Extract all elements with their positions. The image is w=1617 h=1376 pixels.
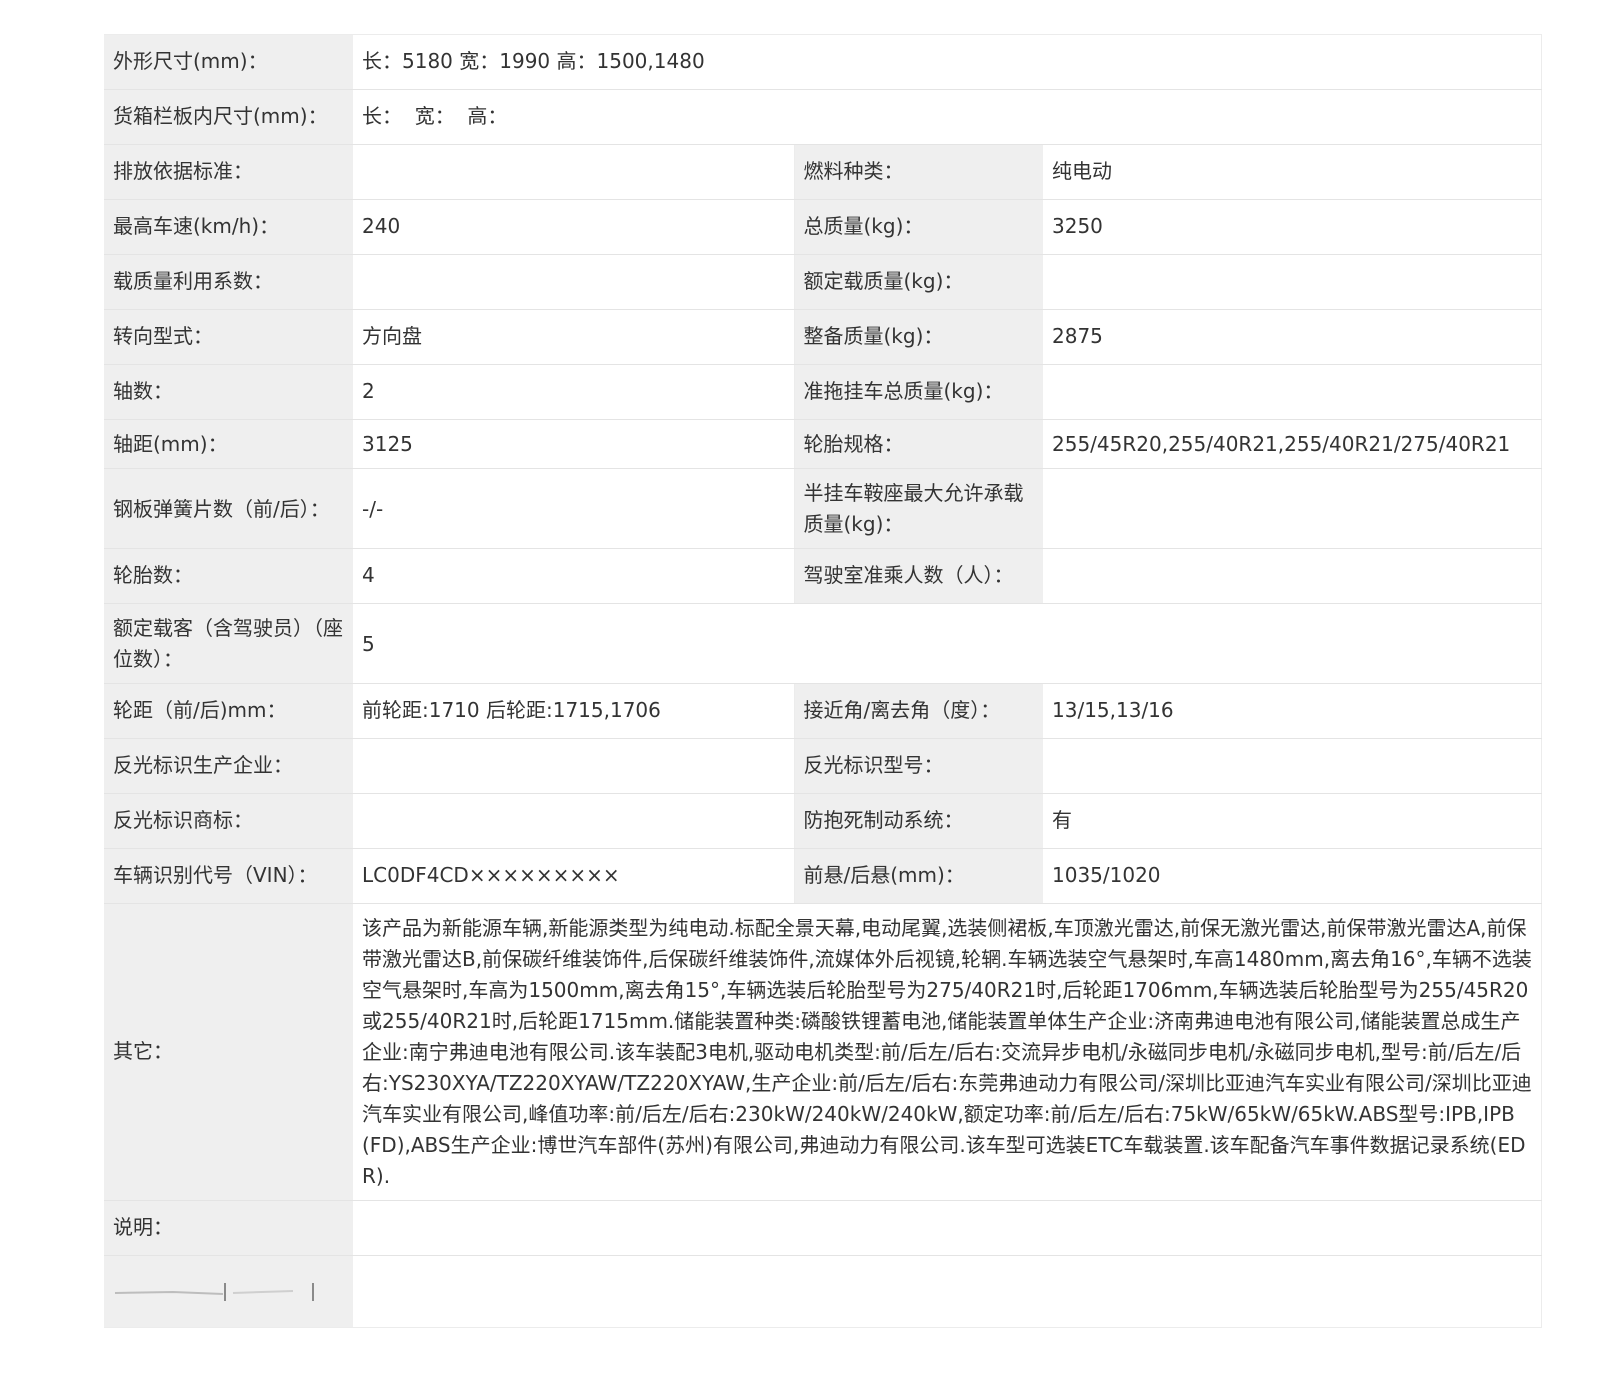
label-axles: 轴数： bbox=[104, 364, 353, 420]
label-dimensions: 外形尺寸(mm)： bbox=[104, 34, 353, 90]
row-emission-fuel: 排放依据标准： 燃料种类： 纯电动 bbox=[104, 144, 1542, 200]
value-abs: 有 bbox=[1043, 793, 1542, 849]
value-load-util bbox=[353, 254, 795, 310]
label-vin: 车辆识别代号（VIN）： bbox=[104, 848, 353, 904]
label-leaf-springs: 钢板弹簧片数（前/后）： bbox=[104, 468, 353, 549]
value-fuel-type: 纯电动 bbox=[1043, 144, 1542, 200]
value-cab-seats bbox=[1043, 548, 1542, 604]
value-dimensions: 长：5180 宽：1990 高：1500,1480 bbox=[353, 34, 1542, 90]
row-cargo-box: 货箱栏板内尺寸(mm)： 长： 宽： 高： bbox=[104, 89, 1542, 145]
value-track: 前轮距:1710 后轮距:1715,1706 bbox=[353, 683, 795, 739]
label-saddle-load: 半挂车鞍座最大允许承载质量(kg)： bbox=[794, 468, 1043, 549]
label-reflector-maker: 反光标识生产企业： bbox=[104, 738, 353, 794]
label-total-mass: 总质量(kg)： bbox=[794, 199, 1043, 255]
value-curb-mass: 2875 bbox=[1043, 309, 1542, 365]
value-vin: LC0DF4CD××××××××× bbox=[353, 848, 795, 904]
handwritten-mark bbox=[114, 1283, 314, 1301]
row-axles-trailer: 轴数： 2 准拖挂车总质量(kg)： bbox=[104, 364, 1542, 420]
label-wheelbase: 轴距(mm)： bbox=[104, 419, 353, 469]
row-notes: 说明： bbox=[104, 1200, 1542, 1256]
label-emission-std: 排放依据标准： bbox=[104, 144, 353, 200]
label-overhang: 前悬/后悬(mm)： bbox=[794, 848, 1043, 904]
label-steering: 转向型式： bbox=[104, 309, 353, 365]
value-axles: 2 bbox=[353, 364, 795, 420]
row-passengers: 额定载客（含驾驶员）（座位数）： 5 bbox=[104, 603, 1542, 684]
row-load: 载质量利用系数： 额定载质量(kg)： bbox=[104, 254, 1542, 310]
label-track: 轮距（前/后)mm： bbox=[104, 683, 353, 739]
row-dimensions: 外形尺寸(mm)： 长：5180 宽：1990 高：1500,1480 bbox=[104, 34, 1542, 90]
signature-cell bbox=[104, 1255, 353, 1328]
value-reflector-brand bbox=[353, 793, 795, 849]
value-notes bbox=[353, 1200, 1542, 1256]
label-rated-load: 额定载质量(kg)： bbox=[794, 254, 1043, 310]
row-wheelbase-tire: 轴距(mm)： 3125 轮胎规格： 255/45R20,255/40R21,2… bbox=[104, 419, 1542, 469]
label-fuel-type: 燃料种类： bbox=[794, 144, 1043, 200]
vehicle-spec-table: 外形尺寸(mm)： 长：5180 宽：1990 高：1500,1480 货箱栏板… bbox=[104, 34, 1542, 1328]
label-curb-mass: 整备质量(kg)： bbox=[794, 309, 1043, 365]
label-cargo-box: 货箱栏板内尺寸(mm)： bbox=[104, 89, 353, 145]
label-reflector-model: 反光标识型号： bbox=[794, 738, 1043, 794]
value-rated-load bbox=[1043, 254, 1542, 310]
value-reflector-model bbox=[1043, 738, 1542, 794]
value-reflector-maker bbox=[353, 738, 795, 794]
row-tires-cab: 轮胎数： 4 驾驶室准乘人数（人）： bbox=[104, 548, 1542, 604]
value-passengers: 5 bbox=[353, 603, 1542, 684]
row-steering-curb: 转向型式： 方向盘 整备质量(kg)： 2875 bbox=[104, 309, 1542, 365]
row-springs-saddle: 钢板弹簧片数（前/后）： -/- 半挂车鞍座最大允许承载质量(kg)： bbox=[104, 468, 1542, 549]
row-other: 其它： 该产品为新能源车辆,新能源类型为纯电动.标配全景天幕,电动尾翼,选装侧裙… bbox=[104, 903, 1542, 1201]
value-overhang: 1035/1020 bbox=[1043, 848, 1542, 904]
signature-value-cell bbox=[353, 1255, 1542, 1328]
label-tire-count: 轮胎数： bbox=[104, 548, 353, 604]
value-steering: 方向盘 bbox=[353, 309, 795, 365]
label-abs: 防抱死制动系统： bbox=[794, 793, 1043, 849]
value-angles: 13/15,13/16 bbox=[1043, 683, 1542, 739]
label-reflector-brand: 反光标识商标： bbox=[104, 793, 353, 849]
label-notes: 说明： bbox=[104, 1200, 353, 1256]
label-cab-seats: 驾驶室准乘人数（人）： bbox=[794, 548, 1043, 604]
value-cargo-box: 长： 宽： 高： bbox=[353, 89, 1542, 145]
value-wheelbase: 3125 bbox=[353, 419, 795, 469]
label-max-speed: 最高车速(km/h)： bbox=[104, 199, 353, 255]
row-reflector-brand: 反光标识商标： 防抱死制动系统： 有 bbox=[104, 793, 1542, 849]
row-speed-mass: 最高车速(km/h)： 240 总质量(kg)： 3250 bbox=[104, 199, 1542, 255]
value-saddle-load bbox=[1043, 468, 1542, 549]
row-track-angles: 轮距（前/后)mm： 前轮距:1710 后轮距:1715,1706 接近角/离去… bbox=[104, 683, 1542, 739]
label-angles: 接近角/离去角（度）： bbox=[794, 683, 1043, 739]
value-tire-spec: 255/45R20,255/40R21,255/40R21/275/40R21 bbox=[1043, 419, 1542, 469]
value-emission-std bbox=[353, 144, 795, 200]
label-trailer-mass: 准拖挂车总质量(kg)： bbox=[794, 364, 1043, 420]
value-tire-count: 4 bbox=[353, 548, 795, 604]
value-trailer-mass bbox=[1043, 364, 1542, 420]
row-vin: 车辆识别代号（VIN）： LC0DF4CD××××××××× 前悬/后悬(mm)… bbox=[104, 848, 1542, 904]
row-reflector-maker: 反光标识生产企业： 反光标识型号： bbox=[104, 738, 1542, 794]
value-leaf-springs: -/- bbox=[353, 468, 795, 549]
label-load-util: 载质量利用系数： bbox=[104, 254, 353, 310]
value-total-mass: 3250 bbox=[1043, 199, 1542, 255]
value-other: 该产品为新能源车辆,新能源类型为纯电动.标配全景天幕,电动尾翼,选装侧裙板,车顶… bbox=[353, 903, 1542, 1201]
row-signature bbox=[104, 1255, 1542, 1328]
label-other: 其它： bbox=[104, 903, 353, 1201]
value-max-speed: 240 bbox=[353, 199, 795, 255]
label-passengers: 额定载客（含驾驶员）（座位数）： bbox=[104, 603, 353, 684]
label-tire-spec: 轮胎规格： bbox=[794, 419, 1043, 469]
